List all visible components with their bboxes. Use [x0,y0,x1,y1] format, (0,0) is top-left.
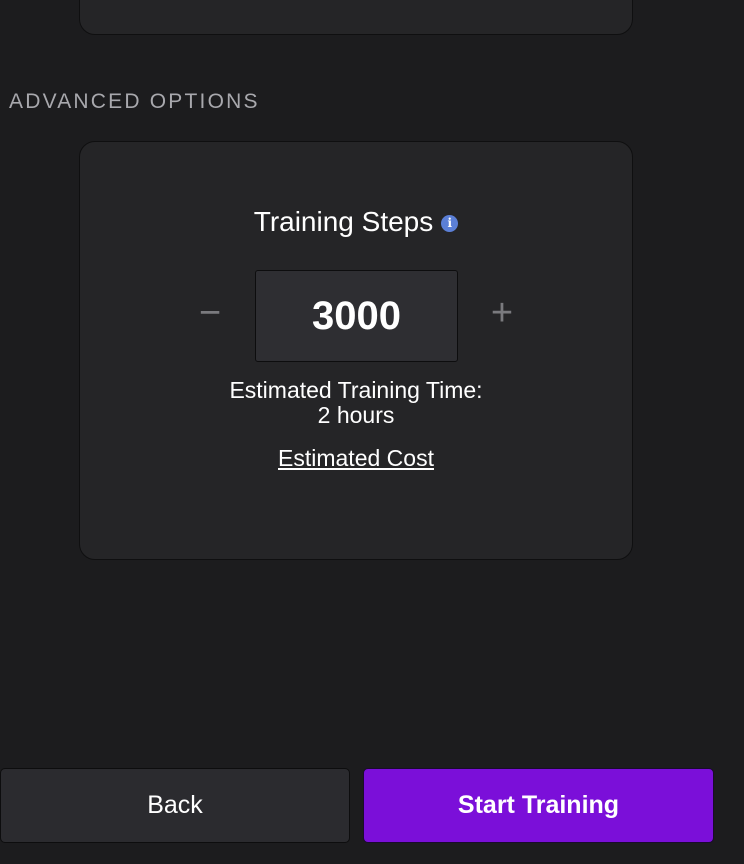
advanced-options-card: Training Steps i − 3000 + Estimated Trai… [79,141,633,560]
training-steps-title: Training Steps [253,206,434,237]
training-steps-header: Training Steps i [80,206,632,238]
training-setup-page: ADVANCED OPTIONS Training Steps i − 3000… [0,0,744,864]
estimated-training-time: Estimated Training Time: 2 hours [80,378,632,428]
increment-button[interactable]: + [477,288,527,338]
advanced-options-heading: ADVANCED OPTIONS [9,90,260,113]
training-steps-input[interactable]: 3000 [255,270,458,362]
estimated-cost-row: Estimated Cost [80,445,632,472]
decrement-button[interactable]: − [185,288,235,338]
back-button[interactable]: Back [0,768,350,843]
info-icon[interactable]: i [441,214,459,232]
training-steps-stepper: − 3000 + [80,270,632,362]
start-training-button[interactable]: Start Training [363,768,714,843]
estimated-time-label: Estimated Training Time: [229,377,483,403]
estimated-cost-link[interactable]: Estimated Cost [278,445,434,471]
previous-section-card [79,0,633,35]
estimated-time-value: 2 hours [317,402,395,428]
